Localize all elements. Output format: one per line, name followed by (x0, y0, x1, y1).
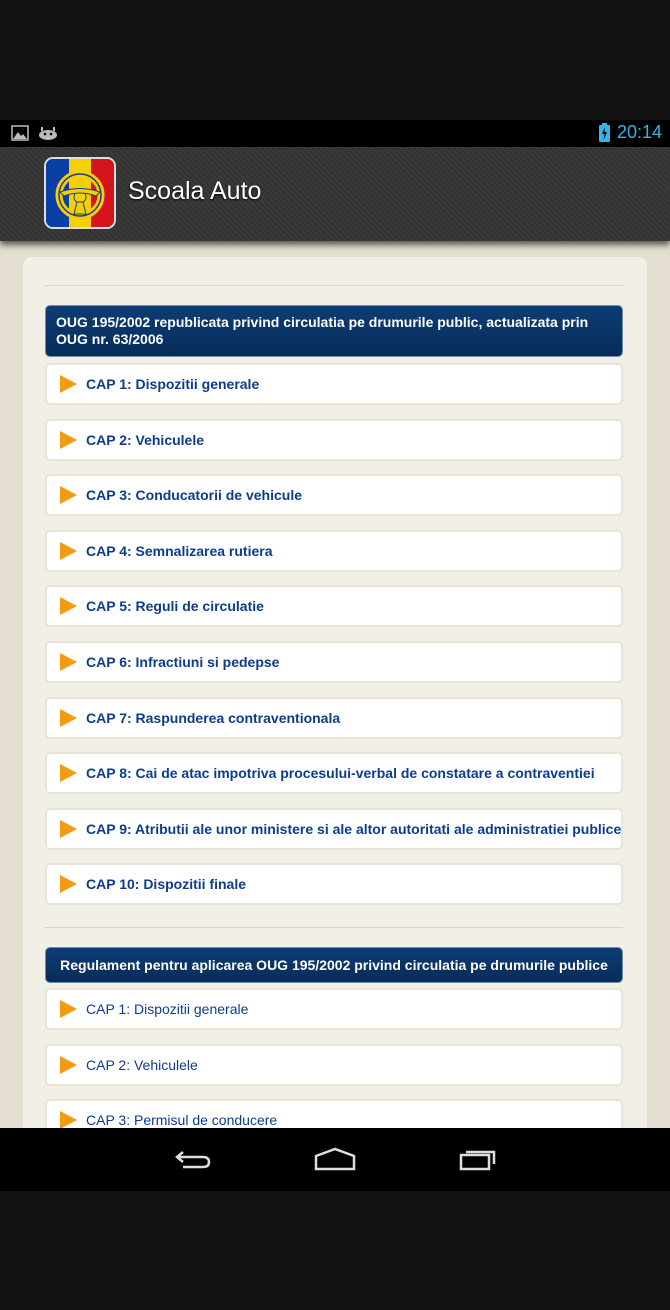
list-item-reg-cap3[interactable]: CAP 3: Permisul de conducere (45, 1099, 623, 1128)
navigation-bar (0, 1128, 670, 1191)
section-title: Regulament pentru aplicarea OUG 195/2002… (60, 957, 608, 973)
item-label: CAP 3: Conducatorii de vehicule (86, 487, 303, 503)
item-label: CAP 2: Vehiculele (86, 1057, 198, 1073)
section-title: OUG 195/2002 republicata privind circula… (56, 314, 589, 347)
item-label: CAP 5: Reguli de circulatie (86, 598, 264, 614)
battery-charging-icon (598, 123, 610, 142)
item-label: CAP 8: Cai de atac impotriva procesului-… (86, 765, 595, 781)
play-arrow-icon (60, 1000, 77, 1018)
item-label: CAP 1: Dispozitii generale (86, 1001, 249, 1017)
content-panel: OUG 195/2002 republicata privind circula… (23, 257, 647, 1128)
play-arrow-icon (60, 653, 77, 671)
list-item-oug-cap7[interactable]: CAP 7: Raspunderea contraventionala (45, 697, 623, 739)
recent-apps-icon[interactable] (458, 1146, 498, 1172)
play-arrow-icon (60, 709, 77, 727)
list-item-oug-cap4[interactable]: CAP 4: Semnalizarea rutiera (45, 530, 623, 572)
list-item-oug-cap8[interactable]: CAP 8: Cai de atac impotriva procesului-… (45, 752, 623, 794)
play-arrow-icon (60, 431, 77, 449)
play-arrow-icon (60, 764, 77, 782)
item-label: CAP 3: Permisul de conducere (86, 1112, 278, 1128)
item-label: CAP 2: Vehiculele (86, 432, 205, 448)
action-bar: Scoala Auto (0, 147, 670, 241)
list-item-oug-cap10[interactable]: CAP 10: Dispozitii finale (45, 863, 623, 905)
play-arrow-icon (60, 597, 77, 615)
list-item-oug-cap6[interactable]: CAP 6: Infractiuni si pedepse (45, 641, 623, 683)
section-header-regulament: Regulament pentru aplicarea OUG 195/2002… (45, 947, 623, 983)
gallery-notification-icon (11, 125, 29, 141)
status-bar: 20:14 (0, 120, 670, 147)
play-arrow-icon (60, 1111, 77, 1128)
item-label: CAP 7: Raspunderea contraventionala (86, 710, 341, 726)
play-arrow-icon (60, 542, 77, 560)
item-label: CAP 4: Semnalizarea rutiera (86, 543, 273, 559)
content-area[interactable]: OUG 195/2002 republicata privind circula… (0, 241, 670, 1128)
list-item-reg-cap2[interactable]: CAP 2: Vehiculele (45, 1044, 623, 1086)
play-arrow-icon (60, 1056, 77, 1074)
item-label: CAP 9: Atributii ale unor ministere si a… (86, 821, 622, 837)
list-item-oug-cap3[interactable]: CAP 3: Conducatorii de vehicule (45, 474, 623, 516)
app-logo-icon[interactable] (44, 157, 116, 229)
play-arrow-icon (60, 375, 77, 393)
section-header-oug: OUG 195/2002 republicata privind circula… (45, 305, 623, 357)
item-label: CAP 1: Dispozitii generale (86, 376, 260, 392)
home-icon[interactable] (314, 1146, 356, 1172)
item-label: CAP 10: Dispozitii finale (86, 876, 246, 892)
play-arrow-icon (60, 875, 77, 893)
divider (45, 285, 623, 286)
divider (45, 927, 623, 928)
list-item-oug-cap1[interactable]: CAP 1: Dispozitii generale (45, 363, 623, 405)
clock: 20:14 (616, 122, 662, 142)
android-notification-icon (39, 127, 57, 140)
play-arrow-icon (60, 486, 77, 504)
back-icon[interactable] (173, 1146, 213, 1172)
app-title: Scoala Auto (128, 177, 262, 205)
item-label: CAP 6: Infractiuni si pedepse (86, 654, 280, 670)
list-item-reg-cap1[interactable]: CAP 1: Dispozitii generale (45, 988, 623, 1030)
list-item-oug-cap9[interactable]: CAP 9: Atributii ale unor ministere si a… (45, 808, 623, 850)
list-item-oug-cap2[interactable]: CAP 2: Vehiculele (45, 419, 623, 461)
list-item-oug-cap5[interactable]: CAP 5: Reguli de circulatie (45, 585, 623, 627)
play-arrow-icon (60, 820, 77, 838)
